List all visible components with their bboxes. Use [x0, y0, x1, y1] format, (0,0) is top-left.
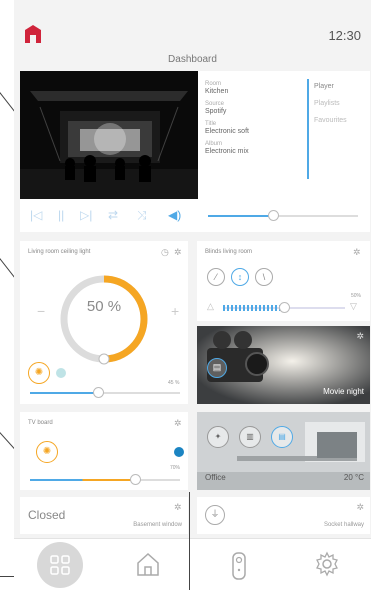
- tv-slider[interactable]: [30, 474, 180, 485]
- media-menu: Player Playlists Favourites: [314, 83, 347, 134]
- dim-knob[interactable]: [93, 387, 104, 398]
- color-dot[interactable]: [56, 368, 66, 378]
- concert-stage-illustration: [20, 71, 198, 199]
- light-title: Living room ceiling light: [28, 249, 91, 255]
- tv-fill: [30, 479, 135, 481]
- bottom-navigation: [14, 538, 371, 590]
- blinds-slider[interactable]: [223, 302, 345, 313]
- home-logo-icon: [25, 25, 41, 43]
- blinds-card: Blinds living room ✲ ⁄ ↕ \ 50% △ ▽: [197, 241, 370, 321]
- office-temp: 20 °C: [343, 473, 364, 482]
- blind-tilt-left-button[interactable]: ⁄: [207, 268, 225, 286]
- remote-icon[interactable]: [231, 551, 247, 581]
- shuffle-icon[interactable]: ⤨: [137, 208, 147, 223]
- tv-knob[interactable]: [130, 474, 141, 485]
- socket-card: ⏚ ✲ Socket hallway: [197, 497, 370, 534]
- menu-player[interactable]: Player: [314, 83, 347, 90]
- scene-movie-night[interactable]: ✲ ▤ Movie night: [197, 326, 370, 404]
- clock-time: 12:30: [328, 28, 361, 43]
- tv-title: TV board: [28, 420, 53, 426]
- scene-movie-label: Movie night: [323, 387, 364, 396]
- dim-fill: [30, 392, 98, 394]
- socket-name: Socket hallway: [323, 522, 364, 528]
- mode-b-button[interactable]: ▥: [239, 426, 261, 448]
- film-icon: ▤: [207, 358, 227, 378]
- blinds-title: Blinds living room: [205, 249, 253, 255]
- dim-value: 45 %: [168, 380, 180, 386]
- bulb-icon: ✺: [34, 367, 44, 378]
- house-icon[interactable]: [136, 551, 160, 577]
- ceiling-light-card: Living room ceiling light ◷ ✲ 50 % − + ✺…: [20, 241, 188, 404]
- info-title: Title Electronic soft: [205, 121, 249, 135]
- office-label: Office: [205, 473, 226, 482]
- gear-icon[interactable]: ✲: [174, 418, 182, 429]
- volume-fill: [208, 215, 273, 217]
- gear-icon[interactable]: ✲: [356, 502, 364, 513]
- tablet-screen: 12:30 Dashboard Room Kitchen Source Spot…: [14, 0, 371, 590]
- dim-slider[interactable]: [30, 387, 180, 398]
- mode-a-button[interactable]: ✦: [207, 426, 229, 448]
- grid-icon: [50, 555, 70, 575]
- concert-image: [20, 71, 198, 199]
- menu-playlists[interactable]: Playlists: [314, 100, 347, 107]
- blind-tilt-right-button[interactable]: \: [255, 268, 273, 286]
- info-album: Album Electronic mix: [205, 141, 249, 155]
- menu-favourites[interactable]: Favourites: [314, 117, 347, 124]
- annotation-line-vertical: [189, 492, 190, 590]
- increase-button[interactable]: +: [171, 303, 179, 319]
- gear-icon[interactable]: ✲: [356, 331, 364, 342]
- volume-knob[interactable]: [268, 210, 279, 221]
- settings-icon[interactable]: [314, 551, 340, 577]
- previous-icon[interactable]: |◁: [30, 208, 42, 222]
- now-playing-info: Room Kitchen Source Spotify Title Electr…: [205, 81, 305, 161]
- tv-value: 70%: [170, 465, 181, 471]
- blind-down-icon[interactable]: ▽: [350, 301, 357, 312]
- media-player-card: Room Kitchen Source Spotify Title Electr…: [20, 71, 370, 232]
- page-title: Dashboard: [168, 54, 217, 65]
- dimmer-ring[interactable]: [56, 271, 152, 367]
- window-state: Closed: [28, 508, 66, 522]
- nav-dashboard-button[interactable]: [37, 542, 83, 588]
- scene-office[interactable]: ✦ ▥ ▤ Office 20 °C: [197, 412, 370, 490]
- mode-c-button[interactable]: ▤: [271, 426, 293, 448]
- info-source: Source Spotify: [205, 101, 227, 115]
- gear-icon[interactable]: ✲: [174, 247, 182, 258]
- blind-tilt-center-button[interactable]: ↕: [231, 268, 249, 286]
- color-dot[interactable]: [174, 447, 184, 457]
- media-controls: |◁ || ▷| ⇄ ⤨ ◀): [20, 199, 370, 232]
- menu-divider: [307, 79, 309, 179]
- window-name: Basement window: [133, 522, 182, 528]
- pause-icon[interactable]: ||: [58, 208, 64, 222]
- bulb-toggle[interactable]: ✺: [28, 362, 50, 384]
- gear-icon[interactable]: ✲: [174, 502, 182, 513]
- blinds-value: 50%: [351, 293, 362, 299]
- info-room: Room Kitchen: [205, 81, 229, 95]
- tv-board-card: TV board ✲ ✺ 70%: [20, 412, 188, 490]
- blinds-fill: [223, 305, 284, 311]
- bulb-icon: ✺: [42, 446, 52, 457]
- repeat-icon[interactable]: ⇄: [108, 208, 118, 222]
- blind-up-icon[interactable]: △: [207, 301, 214, 312]
- decrease-button[interactable]: −: [37, 303, 45, 319]
- status-bar: 12:30 Dashboard: [14, 0, 371, 70]
- bulb-toggle[interactable]: ✺: [36, 441, 58, 463]
- plug-icon[interactable]: ⏚: [205, 505, 225, 525]
- clock-icon[interactable]: ◷: [161, 247, 169, 258]
- window-card: Closed ✲ Basement window: [20, 497, 188, 534]
- next-icon[interactable]: ▷|: [80, 208, 92, 222]
- speaker-icon[interactable]: ◀): [168, 208, 181, 222]
- gear-icon[interactable]: ✲: [353, 247, 361, 258]
- volume-slider[interactable]: [208, 210, 358, 221]
- blinds-knob[interactable]: [279, 302, 290, 313]
- light-percent: 50 %: [86, 298, 122, 315]
